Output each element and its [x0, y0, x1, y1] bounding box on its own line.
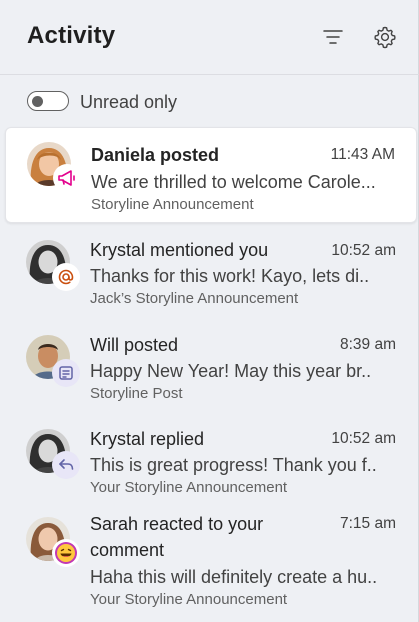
mention-badge: [52, 263, 80, 291]
activity-source: Storyline Announcement: [91, 196, 254, 213]
activity-source: Your Storyline Announcement: [90, 479, 288, 496]
reply-badge: [52, 451, 80, 479]
post-icon: [59, 366, 73, 380]
activity-panel: Activity Unread only Daniela posted 11:4…: [0, 0, 419, 622]
post-badge: [52, 359, 80, 387]
activity-item-will[interactable]: Will posted 8:39 am Happy New Year! May …: [5, 321, 417, 413]
activity-source: Storyline Post: [90, 385, 183, 402]
activity-title: Sarah reacted to your: [90, 514, 264, 534]
activity-title: Daniela posted: [91, 145, 220, 165]
toggle-knob: [32, 95, 43, 107]
filter-icon: [323, 30, 343, 44]
activity-title-line2: comment: [90, 540, 165, 560]
activity-item-krystal-reply[interactable]: Krystal replied 10:52 am This is great p…: [5, 415, 417, 507]
activity-time: 10:52 am: [331, 242, 396, 259]
activity-item-daniela[interactable]: Daniela posted 11:43 AM We are thrilled …: [5, 127, 417, 223]
activity-item-sarah[interactable]: Sarah reacted to your comment 7:15 am Ha…: [5, 509, 417, 622]
activity-time: 10:52 am: [331, 430, 396, 447]
activity-time: 8:39 am: [339, 336, 396, 353]
unread-only-filter: Unread only: [27, 89, 327, 117]
filter-button[interactable]: [321, 25, 345, 49]
activity-preview: This is great progress! Thank you f..: [90, 455, 377, 475]
activity-preview: Thanks for this work! Kayo, lets di..: [90, 266, 370, 286]
page-title: Activity: [27, 22, 116, 49]
activity-preview: We are thrilled to welcome Carole...: [91, 172, 376, 192]
announcement-badge: [53, 164, 81, 192]
activity-source: Jack’s Storyline Announcement: [90, 290, 299, 307]
activity-preview: Happy New Year! May this year br..: [90, 361, 372, 381]
activity-title: Will posted: [90, 335, 179, 355]
activity-header: Activity: [0, 0, 419, 75]
unread-only-label: Unread only: [80, 92, 178, 112]
activity-time: 7:15 am: [339, 515, 396, 532]
megaphone-icon: [58, 170, 75, 186]
activity-time: 11:43 AM: [330, 146, 395, 163]
activity-preview: Haha this will definitely create a hu..: [90, 567, 378, 587]
reaction-badge: [52, 539, 80, 567]
settings-button[interactable]: [373, 25, 397, 49]
unread-only-toggle[interactable]: [27, 91, 69, 111]
activity-title: Krystal mentioned you: [90, 240, 269, 260]
activity-title: Krystal replied: [90, 429, 205, 449]
activity-source: Your Storyline Announcement: [90, 591, 288, 608]
reply-icon: [59, 459, 74, 470]
at-mention-icon: [58, 269, 74, 285]
gear-icon: [374, 26, 396, 49]
activity-item-krystal-mention[interactable]: Krystal mentioned you 10:52 am Thanks fo…: [5, 227, 417, 319]
laugh-emoji-icon: [55, 542, 77, 564]
